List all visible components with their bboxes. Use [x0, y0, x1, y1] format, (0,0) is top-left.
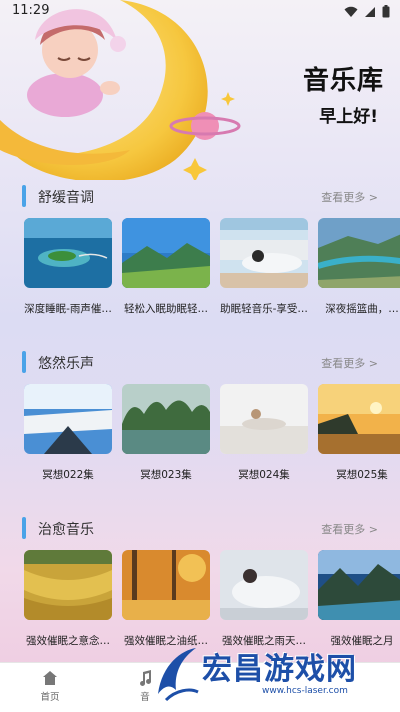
music-card[interactable]: 强效催眠之意念… [24, 550, 112, 648]
section-title: 悠然乐声 [38, 356, 94, 372]
page-title: 音乐库 [302, 66, 384, 96]
hero-banner: 音乐库 早上好! [0, 0, 400, 180]
see-more-link[interactable]: 查看更多 > [321, 521, 378, 537]
nav-home[interactable]: 首页 [20, 669, 80, 703]
section-accent-bar [22, 517, 26, 539]
section-accent-bar [22, 351, 26, 373]
music-card[interactable]: 冥想024集 [220, 384, 308, 482]
nav-home-label: 首页 [40, 692, 60, 703]
section-title: 舒缓音调 [38, 190, 94, 206]
card-thumbnail [24, 550, 112, 620]
see-more-link[interactable]: 查看更多 > [321, 355, 378, 371]
music-card[interactable]: 轻松入眠助眠轻… [122, 218, 210, 316]
music-card[interactable]: 冥想022集 [24, 384, 112, 482]
card-caption: 强效催眠之意念… [26, 635, 110, 647]
card-thumbnail [122, 550, 210, 620]
card-caption: 冥想023集 [140, 469, 192, 481]
watermark-text: 宏昌游戏网 [202, 652, 357, 687]
section-title: 治愈音乐 [38, 522, 94, 538]
watermark-logo [158, 648, 199, 702]
music-card[interactable]: 深度睡眠-雨声催… [24, 218, 112, 316]
card-caption: 冥想025集 [336, 469, 388, 481]
greeting-text: 早上好! [319, 107, 378, 127]
music-card[interactable]: 深夜摇篮曲，… [318, 218, 400, 316]
card-caption: 助眠轻音乐-享受… [220, 303, 308, 315]
card-thumbnail [122, 218, 210, 288]
card-caption: 冥想024集 [238, 469, 290, 481]
card-caption: 轻松入眠助眠轻… [124, 303, 208, 315]
section-leisurely-sounds: 悠然乐声 查看更多 > 冥想022集 冥想023集 冥想024集 冥想025集 [0, 350, 400, 500]
watermark-url: www.hcs-laser.com [262, 686, 348, 696]
music-card[interactable]: 冥想025集 [318, 384, 400, 482]
music-card[interactable]: 强效催眠之油纸… [122, 550, 210, 648]
card-thumbnail [122, 384, 210, 454]
see-more-link[interactable]: 查看更多 > [321, 189, 378, 205]
music-card[interactable]: 冥想023集 [122, 384, 210, 482]
music-card[interactable]: 强效催眠之月 [318, 550, 400, 648]
card-thumbnail [220, 384, 308, 454]
section-accent-bar [22, 185, 26, 207]
card-thumbnail [318, 550, 400, 620]
card-caption: 冥想022集 [42, 469, 94, 481]
card-caption: 深夜摇篮曲，… [325, 303, 399, 315]
card-thumbnail [220, 550, 308, 620]
card-thumbnail [24, 384, 112, 454]
card-caption: 深度睡眠-雨声催… [24, 303, 112, 315]
sleeping-girl-moon-illustration [0, 0, 241, 180]
card-thumbnail [24, 218, 112, 288]
card-thumbnail [318, 384, 400, 454]
card-thumbnail [318, 218, 400, 288]
card-thumbnail [220, 218, 308, 288]
music-card[interactable]: 强效催眠之雨天… [220, 550, 308, 648]
watermark: 宏昌游戏网 www.hcs-laser.com [150, 640, 400, 712]
music-card[interactable]: 助眠轻音乐-享受… [220, 218, 308, 316]
home-icon [43, 671, 57, 685]
section-soothing-tones: 舒缓音调 查看更多 > 深度睡眠-雨声催… 轻松入眠助眠轻… 助眠轻音乐-享受… [0, 184, 400, 334]
